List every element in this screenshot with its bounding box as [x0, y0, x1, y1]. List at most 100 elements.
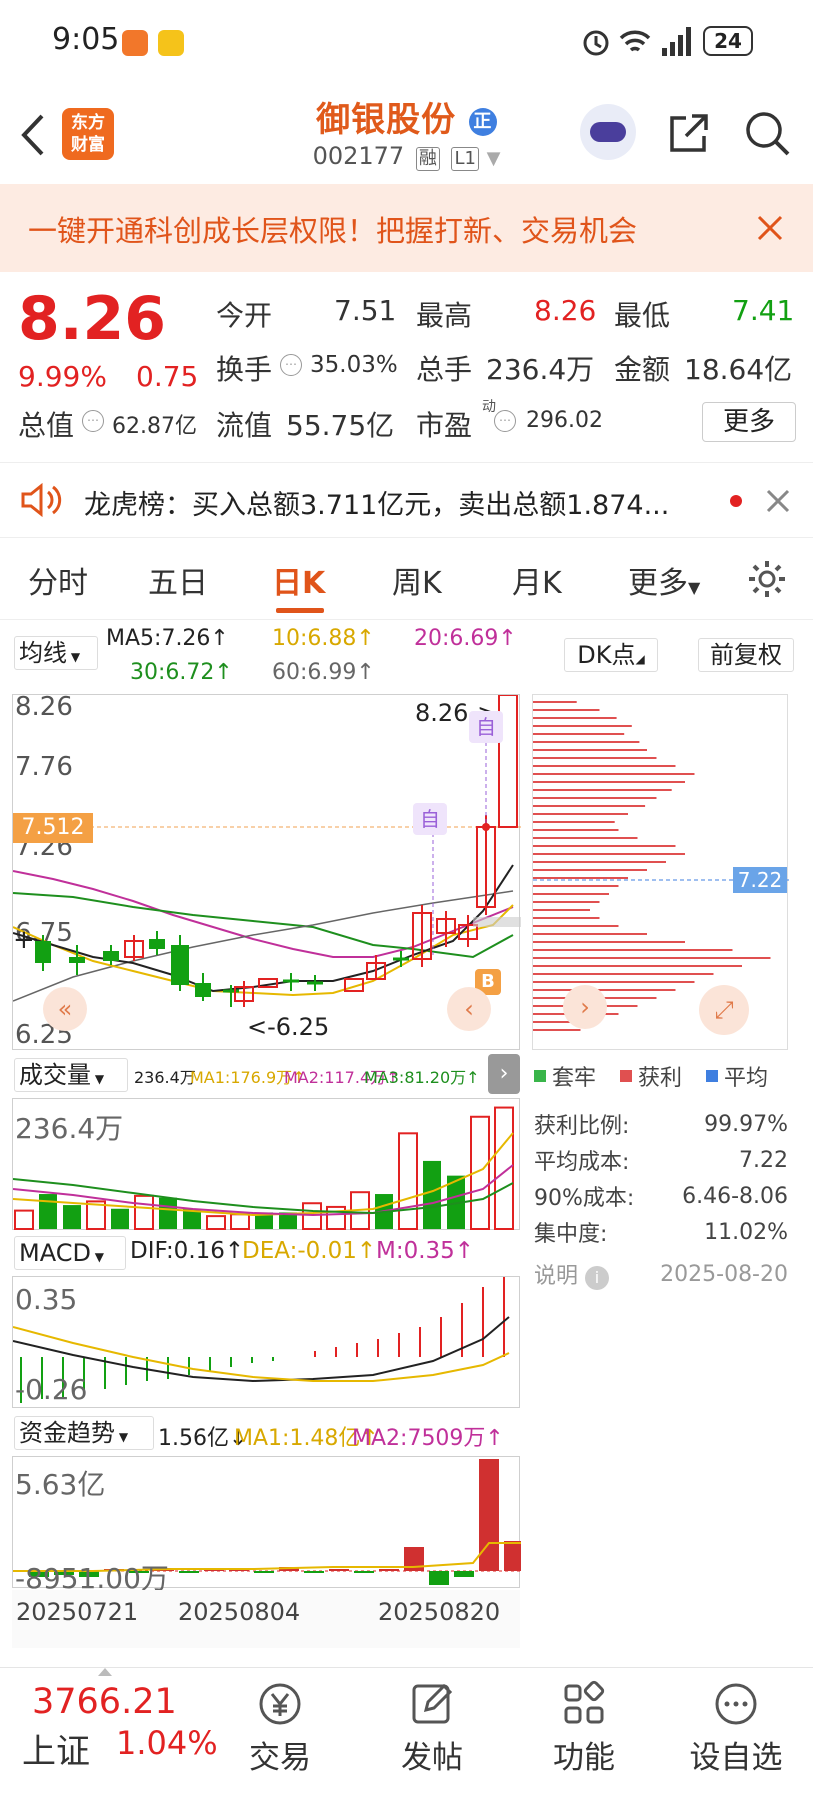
explain-link[interactable]: 说明 i: [534, 1258, 610, 1290]
volume-bar: [14, 1209, 34, 1230]
chip-bar: [533, 709, 600, 711]
nav-post-label: 发帖: [401, 1740, 463, 1776]
tab-five-day[interactable]: 五日: [148, 558, 208, 602]
change-amount: 0.75: [136, 360, 199, 393]
promo-banner[interactable]: 一键开通科创成长层权限！把握打新、交易机会: [0, 184, 813, 272]
kline-panel[interactable]: 8.26 7.76 7.26 6.75 6.25 7.512 8.26-> <-…: [12, 694, 521, 1050]
self-select-tag[interactable]: 自: [469, 711, 503, 743]
volume-value: 236.4万: [134, 1068, 196, 1087]
chip-bar: [533, 789, 672, 791]
expand-up-icon[interactable]: [98, 1668, 112, 1676]
concentration-value: 11.02%: [704, 1219, 788, 1245]
fund-bar: [354, 1571, 374, 1573]
more-dots-icon: [715, 1683, 757, 1725]
tab-more[interactable]: 更多▼: [628, 558, 700, 602]
chip-bar: [533, 973, 714, 975]
close-icon[interactable]: [766, 489, 790, 513]
ma5-value: MA5:7.26↑: [106, 626, 229, 651]
chip-bar: [533, 989, 676, 991]
profit-ratio-value: 99.97%: [704, 1111, 788, 1137]
chip-bar: [533, 925, 619, 927]
nav-functions-label: 功能: [553, 1740, 615, 1776]
fund-trend-selector[interactable]: 资金趋势 ▼: [14, 1416, 154, 1450]
active-tab-indicator: [276, 608, 324, 613]
scroll-left-button[interactable]: «: [43, 987, 87, 1031]
level-tag: L1: [451, 147, 479, 171]
adjust-selector[interactable]: 前复权: [698, 638, 794, 672]
volume-bar: [230, 1213, 250, 1230]
fund-bar: [254, 1571, 274, 1573]
settings-gear-icon[interactable]: [746, 558, 788, 600]
collapse-arrow-button[interactable]: ›: [488, 1054, 520, 1094]
info-icon[interactable]: ⋯: [82, 410, 104, 432]
fund-panel[interactable]: 5.63亿 -8951.00万: [12, 1456, 521, 1595]
macd-selector[interactable]: MACD ▼: [14, 1236, 126, 1270]
change-percent: 9.99%: [18, 360, 107, 393]
volume-label: 总手: [416, 353, 473, 386]
volume-panel[interactable]: 236.4万: [12, 1098, 520, 1231]
self-select-tag[interactable]: 自: [413, 803, 447, 835]
float-label: 流值: [216, 409, 273, 442]
chip-bar: [533, 797, 657, 799]
volume-selector[interactable]: 成交量 ▼: [14, 1058, 128, 1092]
tab-monthly-k[interactable]: 月K: [512, 558, 562, 602]
nav-trade[interactable]: 交易: [220, 1680, 340, 1777]
chip-bar: [533, 869, 647, 871]
quote-panel: 8.26 9.99% 0.75 总值 ⋯ 62.87亿 今开 7.51 最高 8…: [0, 272, 813, 452]
chip-bar: [533, 861, 666, 863]
nav-functions[interactable]: 功能: [524, 1680, 644, 1777]
legend-trapped: 套牢: [552, 1066, 597, 1091]
nav-post[interactable]: 发帖: [372, 1680, 492, 1777]
fund-bar: [504, 1541, 521, 1571]
more-button[interactable]: 更多: [702, 402, 796, 442]
turnover-label: 换手: [216, 353, 273, 386]
stock-header: 东方 财富 御银股份 正 002177 融 L1 ▼: [0, 84, 813, 184]
crosshair-icon: +: [13, 925, 35, 955]
chip-bar: [533, 941, 685, 943]
legend-profit: 获利: [638, 1066, 683, 1091]
chip-bar: [533, 813, 628, 815]
pe-superscript: 动: [482, 399, 496, 415]
chip-bar: [533, 949, 733, 951]
fund-top-label: 5.63亿: [15, 1468, 106, 1501]
fund-ma2: MA2:7509万↑: [352, 1426, 504, 1451]
trade-yuan-icon: [259, 1683, 301, 1725]
avg-cost-marker: 7.22: [733, 867, 787, 893]
chip-bar: [533, 725, 632, 727]
app-notification-icon: [122, 30, 148, 56]
ai-assistant-icon[interactable]: [580, 104, 636, 160]
notice-text: 龙虎榜：买入总额3.711亿元，卖出总额1.874...: [84, 490, 670, 521]
dk-point-selector[interactable]: DK点◢: [564, 638, 658, 672]
volume-ma3: MA3:81.20万↑: [364, 1068, 480, 1087]
notice-bar[interactable]: 龙虎榜：买入总额3.711亿元，卖出总额1.874...: [0, 462, 813, 538]
current-price-marker: 7.512: [13, 813, 93, 843]
nav-add-watchlist[interactable]: 设自选: [676, 1680, 796, 1777]
ma60-value: 60:6.99↑: [272, 660, 375, 685]
expand-icon[interactable]: ⤢: [699, 985, 749, 1035]
low-label: 最低: [614, 299, 671, 332]
step-forward-button[interactable]: ›: [563, 985, 607, 1029]
fund-selector-label: 资金趋势: [19, 1419, 115, 1447]
close-icon[interactable]: [756, 214, 784, 242]
step-back-button[interactable]: ‹: [447, 987, 491, 1031]
macd-dea: DEA:-0.01↑: [242, 1238, 377, 1264]
macd-panel[interactable]: 0.35 -0.26: [12, 1276, 520, 1408]
tab-weekly-k[interactable]: 周K: [392, 558, 442, 602]
chip-bar: [533, 749, 647, 751]
concentration-label: 集中度:: [534, 1222, 608, 1247]
low-annotation: <-6.25: [247, 1013, 330, 1041]
chip-bar: [533, 757, 657, 759]
current-price: 8.26: [18, 284, 167, 354]
mktcap-label: 总值: [18, 409, 75, 442]
search-icon[interactable]: [744, 110, 792, 158]
chip-bar: [533, 733, 625, 735]
share-icon[interactable]: [666, 110, 712, 156]
tab-intraday[interactable]: 分时: [28, 558, 88, 602]
chip-distribution-panel[interactable]: 7.22 › ⤢: [532, 694, 789, 1050]
tab-daily-k[interactable]: 日K: [272, 558, 325, 602]
info-icon[interactable]: ⋯: [280, 354, 302, 376]
turnover-value: 35.03%: [310, 352, 398, 378]
ma-selector[interactable]: 均线 ▼: [14, 636, 98, 670]
index-value[interactable]: 3766.21: [32, 1682, 177, 1722]
info-icon[interactable]: ⋯: [494, 410, 516, 432]
